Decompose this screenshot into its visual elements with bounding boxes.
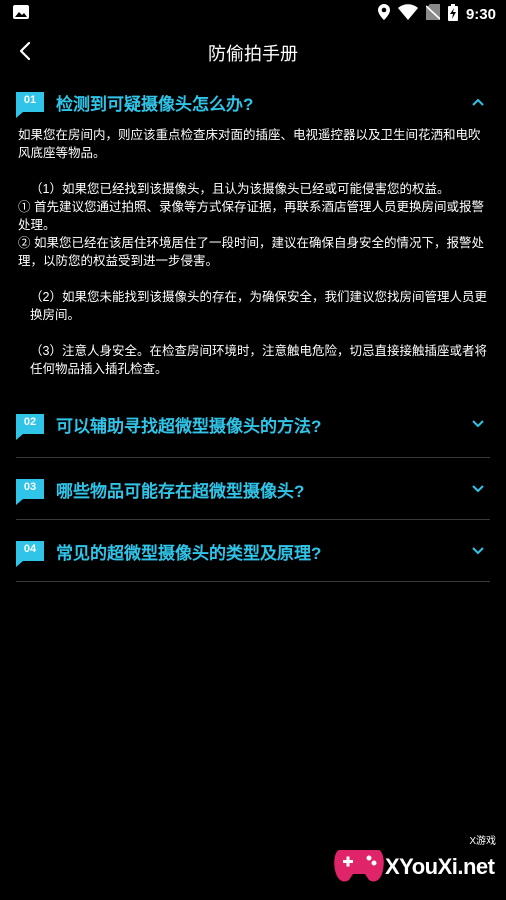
faq-question: 可以辅助寻找超微型摄像头的方法? xyxy=(56,416,322,436)
faq-list: 01 检测到可疑摄像头怎么办? 如果您在房间内，则应该重点检查床对面的插座、电视… xyxy=(16,78,490,582)
faq-answer: 如果您在房间内，则应该重点检查床对面的插座、电视遥控器以及卫生间花洒和电吹风底座… xyxy=(16,126,490,394)
faq-header-01[interactable]: 01 检测到可疑摄像头怎么办? xyxy=(16,78,490,126)
battery-charging-icon xyxy=(447,3,458,25)
number-badge: 01 xyxy=(16,92,44,118)
number-badge: 04 xyxy=(16,541,44,567)
clock: 9:30 xyxy=(465,5,496,23)
chevron-down-icon[interactable] xyxy=(466,539,490,563)
faq-item-04: 04 常见的超微型摄像头的类型及原理? xyxy=(16,526,490,582)
faq-header-02[interactable]: 02 可以辅助寻找超微型摄像头的方法? xyxy=(16,402,490,446)
answer-paragraph: （3）注意人身安全。在检查房间环境时，注意触电危险，切忌直接接触插座或者将任何物… xyxy=(30,344,487,376)
no-sim-icon xyxy=(425,4,441,24)
number-badge: 03 xyxy=(16,479,44,505)
faq-item-03: 03 哪些物品可能存在超微型摄像头? xyxy=(16,464,490,520)
wifi-icon xyxy=(397,4,418,24)
faq-header-03[interactable]: 03 哪些物品可能存在超微型摄像头? xyxy=(16,464,490,514)
number-badge: 02 xyxy=(16,414,44,440)
chevron-down-icon[interactable] xyxy=(466,477,490,501)
faq-question: 常见的超微型摄像头的类型及原理? xyxy=(56,543,322,563)
faq-question: 检测到可疑摄像头怎么办? xyxy=(56,94,254,114)
back-arrow-icon xyxy=(18,41,32,65)
watermark-logo-icon xyxy=(333,840,385,888)
page-title: 防偷拍手册 xyxy=(208,44,298,65)
faq-question: 哪些物品可能存在超微型摄像头? xyxy=(56,481,305,501)
title-bar: 防偷拍手册 xyxy=(0,28,506,78)
back-button[interactable] xyxy=(10,38,40,68)
location-icon xyxy=(377,4,390,24)
chevron-up-icon[interactable] xyxy=(466,90,490,114)
watermark: X游戏 XYouXi.net xyxy=(333,832,498,890)
answer-paragraph: （1）如果您已经找到该摄像头，且认为该摄像头已经或可能侵害您的权益。 ① 首先建… xyxy=(18,182,484,268)
faq-header-04[interactable]: 04 常见的超微型摄像头的类型及原理? xyxy=(16,526,490,576)
faq-item-02: 02 可以辅助寻找超微型摄像头的方法? xyxy=(16,402,490,458)
faq-item-01: 01 检测到可疑摄像头怎么办? 如果您在房间内，则应该重点检查床对面的插座、电视… xyxy=(16,78,490,394)
answer-paragraph: 如果您在房间内，则应该重点检查床对面的插座、电视遥控器以及卫生间花洒和电吹风底座… xyxy=(18,128,481,160)
status-bar: 9:30 xyxy=(0,0,506,28)
answer-paragraph: （2）如果您未能找到该摄像头的存在，为确保安全，我们建议您找房间管理人员更换房间… xyxy=(30,290,487,322)
chevron-down-icon[interactable] xyxy=(466,412,490,436)
watermark-tag: X游戏 xyxy=(469,836,496,847)
image-icon xyxy=(12,4,30,24)
watermark-text: XYouXi.net xyxy=(385,854,495,879)
